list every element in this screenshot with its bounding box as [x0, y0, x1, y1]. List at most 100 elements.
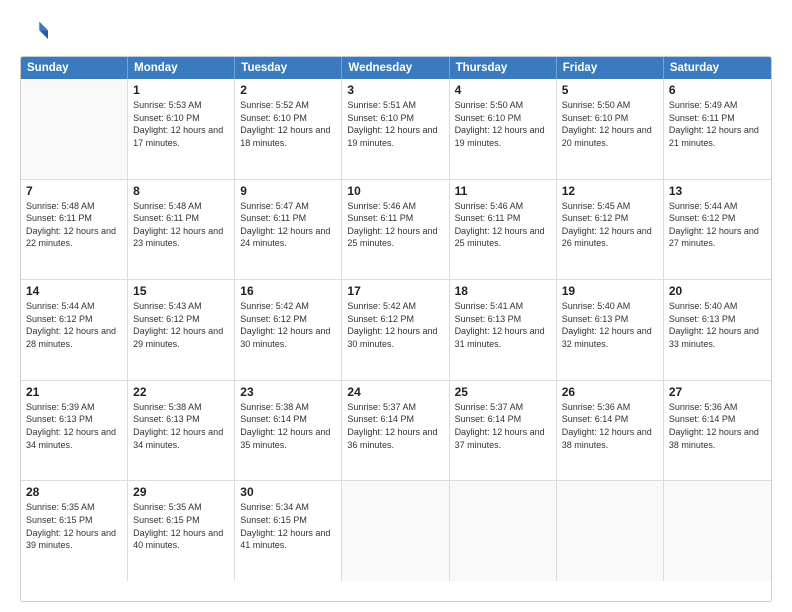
- day-cell-13: 13Sunrise: 5:44 AMSunset: 6:12 PMDayligh…: [664, 180, 771, 280]
- sunrise-text: Sunrise: 5:42 AM: [347, 300, 443, 313]
- sunrise-text: Sunrise: 5:35 AM: [133, 501, 229, 514]
- day-number: 25: [455, 385, 551, 399]
- day-cell-18: 18Sunrise: 5:41 AMSunset: 6:13 PMDayligh…: [450, 280, 557, 380]
- sunrise-text: Sunrise: 5:46 AM: [347, 200, 443, 213]
- empty-cell: [450, 481, 557, 581]
- daylight-text-cont: 30 minutes.: [240, 338, 336, 351]
- daylight-text: Daylight: 12 hours and: [133, 124, 229, 137]
- sunrise-text: Sunrise: 5:44 AM: [26, 300, 122, 313]
- daylight-text-cont: 34 minutes.: [133, 439, 229, 452]
- sunset-text: Sunset: 6:12 PM: [26, 313, 122, 326]
- sunset-text: Sunset: 6:11 PM: [455, 212, 551, 225]
- daylight-text: Daylight: 12 hours and: [133, 325, 229, 338]
- sunset-text: Sunset: 6:12 PM: [562, 212, 658, 225]
- day-number: 15: [133, 284, 229, 298]
- daylight-text: Daylight: 12 hours and: [562, 225, 658, 238]
- daylight-text: Daylight: 12 hours and: [347, 225, 443, 238]
- day-number: 26: [562, 385, 658, 399]
- week-row-3: 14Sunrise: 5:44 AMSunset: 6:12 PMDayligh…: [21, 280, 771, 381]
- daylight-text-cont: 30 minutes.: [347, 338, 443, 351]
- daylight-text: Daylight: 12 hours and: [240, 325, 336, 338]
- day-number: 23: [240, 385, 336, 399]
- sunrise-text: Sunrise: 5:48 AM: [26, 200, 122, 213]
- daylight-text: Daylight: 12 hours and: [240, 225, 336, 238]
- day-cell-7: 7Sunrise: 5:48 AMSunset: 6:11 PMDaylight…: [21, 180, 128, 280]
- daylight-text: Daylight: 12 hours and: [669, 426, 766, 439]
- sunset-text: Sunset: 6:14 PM: [669, 413, 766, 426]
- day-number: 11: [455, 184, 551, 198]
- daylight-text-cont: 35 minutes.: [240, 439, 336, 452]
- sunset-text: Sunset: 6:10 PM: [347, 112, 443, 125]
- sunset-text: Sunset: 6:12 PM: [240, 313, 336, 326]
- sunset-text: Sunset: 6:15 PM: [26, 514, 122, 527]
- sunset-text: Sunset: 6:12 PM: [347, 313, 443, 326]
- day-cell-4: 4Sunrise: 5:50 AMSunset: 6:10 PMDaylight…: [450, 79, 557, 179]
- week-row-2: 7Sunrise: 5:48 AMSunset: 6:11 PMDaylight…: [21, 180, 771, 281]
- daylight-text-cont: 20 minutes.: [562, 137, 658, 150]
- sunset-text: Sunset: 6:14 PM: [240, 413, 336, 426]
- day-cell-29: 29Sunrise: 5:35 AMSunset: 6:15 PMDayligh…: [128, 481, 235, 581]
- logo-icon: [20, 18, 48, 46]
- sunrise-text: Sunrise: 5:50 AM: [562, 99, 658, 112]
- sunset-text: Sunset: 6:12 PM: [669, 212, 766, 225]
- day-cell-21: 21Sunrise: 5:39 AMSunset: 6:13 PMDayligh…: [21, 381, 128, 481]
- empty-cell: [557, 481, 664, 581]
- day-number: 30: [240, 485, 336, 499]
- day-number: 17: [347, 284, 443, 298]
- day-cell-26: 26Sunrise: 5:36 AMSunset: 6:14 PMDayligh…: [557, 381, 664, 481]
- daylight-text-cont: 25 minutes.: [347, 237, 443, 250]
- day-number: 4: [455, 83, 551, 97]
- daylight-text: Daylight: 12 hours and: [669, 325, 766, 338]
- day-number: 21: [26, 385, 122, 399]
- daylight-text-cont: 37 minutes.: [455, 439, 551, 452]
- daylight-text-cont: 22 minutes.: [26, 237, 122, 250]
- day-number: 12: [562, 184, 658, 198]
- calendar: SundayMondayTuesdayWednesdayThursdayFrid…: [20, 56, 772, 602]
- day-cell-3: 3Sunrise: 5:51 AMSunset: 6:10 PMDaylight…: [342, 79, 449, 179]
- daylight-text-cont: 27 minutes.: [669, 237, 766, 250]
- daylight-text-cont: 32 minutes.: [562, 338, 658, 351]
- day-number: 2: [240, 83, 336, 97]
- day-cell-1: 1Sunrise: 5:53 AMSunset: 6:10 PMDaylight…: [128, 79, 235, 179]
- sunrise-text: Sunrise: 5:42 AM: [240, 300, 336, 313]
- header-day-sunday: Sunday: [21, 57, 128, 79]
- day-cell-27: 27Sunrise: 5:36 AMSunset: 6:14 PMDayligh…: [664, 381, 771, 481]
- day-number: 9: [240, 184, 336, 198]
- sunrise-text: Sunrise: 5:36 AM: [669, 401, 766, 414]
- daylight-text-cont: 36 minutes.: [347, 439, 443, 452]
- daylight-text: Daylight: 12 hours and: [26, 527, 122, 540]
- daylight-text-cont: 26 minutes.: [562, 237, 658, 250]
- daylight-text: Daylight: 12 hours and: [669, 225, 766, 238]
- daylight-text-cont: 24 minutes.: [240, 237, 336, 250]
- day-number: 14: [26, 284, 122, 298]
- day-cell-5: 5Sunrise: 5:50 AMSunset: 6:10 PMDaylight…: [557, 79, 664, 179]
- sunrise-text: Sunrise: 5:48 AM: [133, 200, 229, 213]
- header: [20, 18, 772, 46]
- sunset-text: Sunset: 6:13 PM: [133, 413, 229, 426]
- sunrise-text: Sunrise: 5:51 AM: [347, 99, 443, 112]
- day-cell-22: 22Sunrise: 5:38 AMSunset: 6:13 PMDayligh…: [128, 381, 235, 481]
- sunset-text: Sunset: 6:11 PM: [133, 212, 229, 225]
- sunrise-text: Sunrise: 5:40 AM: [562, 300, 658, 313]
- header-day-tuesday: Tuesday: [235, 57, 342, 79]
- sunrise-text: Sunrise: 5:41 AM: [455, 300, 551, 313]
- day-number: 5: [562, 83, 658, 97]
- sunset-text: Sunset: 6:10 PM: [240, 112, 336, 125]
- sunset-text: Sunset: 6:11 PM: [669, 112, 766, 125]
- sunset-text: Sunset: 6:15 PM: [133, 514, 229, 527]
- week-row-1: 1Sunrise: 5:53 AMSunset: 6:10 PMDaylight…: [21, 79, 771, 180]
- week-row-4: 21Sunrise: 5:39 AMSunset: 6:13 PMDayligh…: [21, 381, 771, 482]
- day-number: 3: [347, 83, 443, 97]
- sunset-text: Sunset: 6:14 PM: [455, 413, 551, 426]
- sunrise-text: Sunrise: 5:43 AM: [133, 300, 229, 313]
- daylight-text: Daylight: 12 hours and: [455, 426, 551, 439]
- logo: [20, 18, 52, 46]
- sunrise-text: Sunrise: 5:45 AM: [562, 200, 658, 213]
- sunrise-text: Sunrise: 5:49 AM: [669, 99, 766, 112]
- daylight-text-cont: 31 minutes.: [455, 338, 551, 351]
- daylight-text: Daylight: 12 hours and: [240, 124, 336, 137]
- daylight-text: Daylight: 12 hours and: [562, 426, 658, 439]
- day-cell-28: 28Sunrise: 5:35 AMSunset: 6:15 PMDayligh…: [21, 481, 128, 581]
- day-number: 6: [669, 83, 766, 97]
- daylight-text: Daylight: 12 hours and: [455, 124, 551, 137]
